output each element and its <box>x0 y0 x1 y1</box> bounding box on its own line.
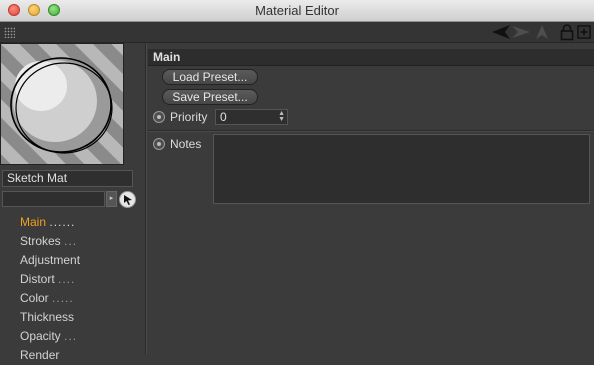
up-icon[interactable] <box>534 24 550 40</box>
search-dropdown-arrow-icon[interactable]: ▸ <box>106 191 117 207</box>
notes-textarea[interactable] <box>213 134 590 204</box>
channel-item-adjustment[interactable]: Adjustment <box>20 251 144 270</box>
pick-cursor-button[interactable] <box>119 191 136 208</box>
channel-label: Color <box>20 291 49 305</box>
notes-label: Notes <box>170 137 202 151</box>
channel-label: Render <box>20 348 60 362</box>
separator <box>148 130 594 132</box>
channel-item-opacity[interactable]: Opacity ... <box>20 327 144 346</box>
channel-label: Strokes <box>20 234 61 248</box>
lock-icon[interactable] <box>560 24 574 41</box>
new-window-icon[interactable] <box>577 24 591 40</box>
priority-field[interactable]: 0 ▲ ▼ <box>215 109 288 125</box>
channel-label: Thickness <box>20 310 75 324</box>
channel-item-thickness[interactable]: Thickness <box>20 308 144 327</box>
priority-animate-radio[interactable] <box>153 111 165 123</box>
channel-label: Distort <box>20 272 55 286</box>
material-preview[interactable] <box>0 43 124 165</box>
channel-item-distort[interactable]: Distort .... <box>20 270 144 289</box>
section-header-main: Main <box>148 49 594 66</box>
channel-item-render[interactable]: Render <box>20 346 144 365</box>
notes-animate-radio[interactable] <box>153 138 165 150</box>
title-bar: Material Editor <box>0 0 594 22</box>
window-title: Material Editor <box>255 3 339 18</box>
channel-item-main[interactable]: Main ...... <box>20 213 144 232</box>
panel-divider[interactable] <box>145 43 147 354</box>
load-preset-button[interactable]: Load Preset... <box>162 69 258 85</box>
arrow-right-icon[interactable] <box>511 24 531 40</box>
channel-label: Opacity <box>20 329 61 343</box>
channel-list: Main ...... Strokes ... Adjustment Disto… <box>20 213 144 365</box>
toolbar <box>0 22 594 43</box>
material-name-field[interactable]: Sketch Mat <box>2 170 133 187</box>
priority-label: Priority <box>170 110 208 124</box>
save-preset-button[interactable]: Save Preset... <box>162 89 258 105</box>
left-panel: Sketch Mat ▸ Main ...... Strokes ... Adj… <box>0 43 144 362</box>
grip-icon[interactable] <box>4 27 15 38</box>
channel-search-input[interactable] <box>2 191 105 207</box>
sketch-sphere-preview-icon <box>1 44 123 164</box>
priority-stepper-icon[interactable]: ▲ ▼ <box>278 110 285 123</box>
cursor-arrow-icon <box>124 195 132 205</box>
priority-value: 0 <box>220 110 227 124</box>
channel-label: Adjustment <box>20 253 81 267</box>
arrow-left-icon[interactable] <box>491 24 511 40</box>
channel-item-color[interactable]: Color ..... <box>20 289 144 308</box>
channel-item-strokes[interactable]: Strokes ... <box>20 232 144 251</box>
channel-label: Main <box>20 215 47 229</box>
attributes-panel: Main Load Preset... Save Preset... Prior… <box>148 43 594 354</box>
